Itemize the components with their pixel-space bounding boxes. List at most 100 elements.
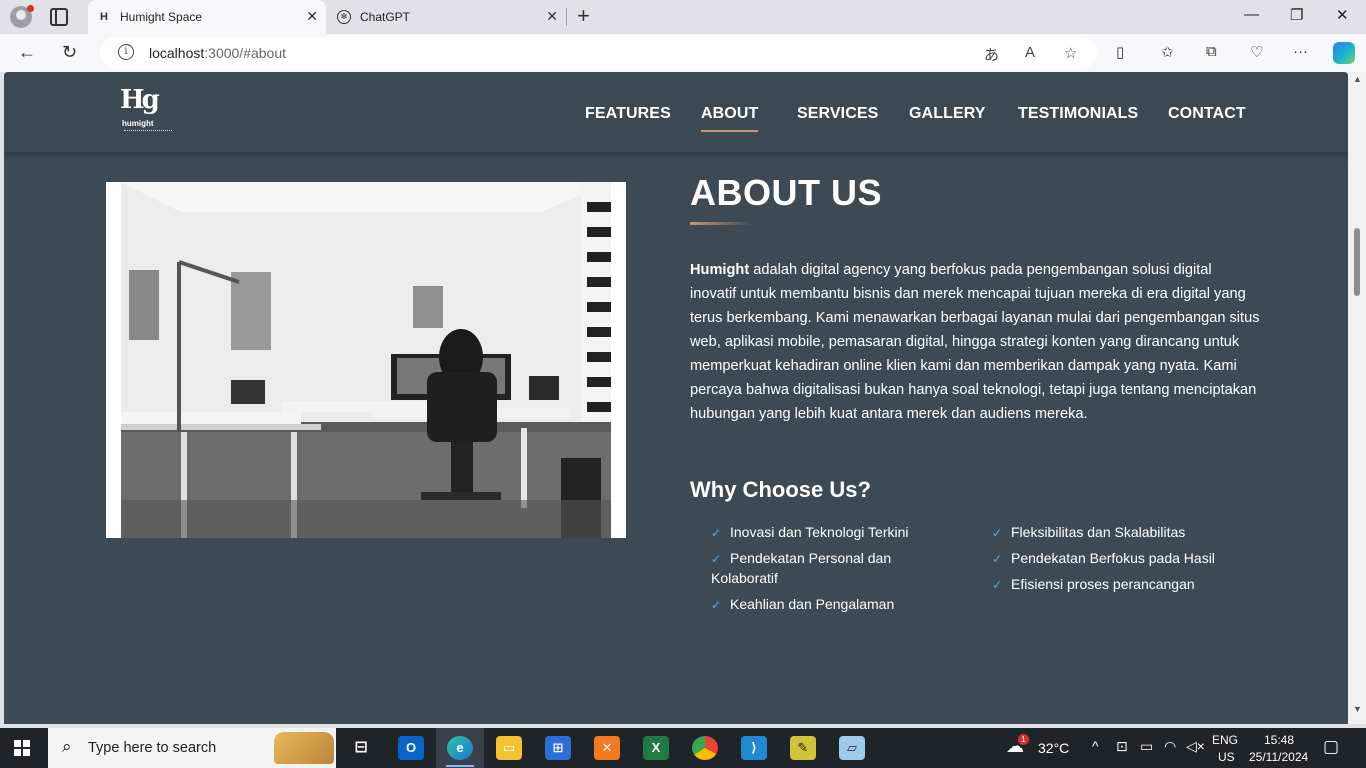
reload-icon[interactable]: ↻ — [62, 42, 77, 62]
weather-badge: 1 — [1018, 734, 1029, 745]
list-item-label: Pendekatan Berfokus pada Hasil — [1011, 550, 1215, 566]
volume-muted-icon[interactable]: ◁× — [1186, 738, 1205, 755]
about-description: Humight adalah digital agency yang berfo… — [690, 258, 1260, 426]
nav-features[interactable]: FEATURES — [585, 105, 671, 123]
page-scrollbar[interactable]: ▲ ▼ — [1348, 72, 1366, 724]
chrome-icon[interactable] — [692, 736, 718, 760]
list-item: ✓ Fleksibilitas dan Skalabilitas — [992, 522, 1232, 542]
tab-actions-icon[interactable] — [50, 8, 68, 26]
edge-icon[interactable]: e — [447, 736, 473, 760]
notification-dot-icon — [27, 5, 34, 12]
logo-wordmark: humight — [122, 119, 154, 128]
scroll-up-icon[interactable]: ▲ — [1353, 74, 1362, 84]
xampp-icon[interactable]: ✕ — [594, 736, 620, 760]
browser-essentials-icon[interactable]: ♡ — [1250, 43, 1263, 61]
tab-humight-space[interactable]: H Humight Space ✕ — [88, 0, 326, 34]
nav-gallery[interactable]: GALLERY — [909, 105, 986, 123]
site-info-icon[interactable]: i — [118, 44, 134, 60]
tab-title: ChatGPT — [360, 10, 411, 24]
chevron-up-icon[interactable]: ^ — [1092, 738, 1099, 754]
language-bottom[interactable]: US — [1218, 750, 1235, 764]
check-icon: ✓ — [711, 598, 722, 612]
favorites-icon[interactable]: ✩ — [1161, 43, 1174, 61]
search-icon: ⌕ — [62, 737, 72, 756]
collections-icon[interactable]: ⧉ — [1206, 43, 1217, 60]
read-aloud-icon[interactable]: A — [1025, 44, 1035, 61]
file-explorer-icon[interactable]: ▭ — [496, 736, 522, 760]
notes-app-icon[interactable]: ▱ — [839, 736, 865, 760]
notifications-icon[interactable]: ▢ — [1323, 737, 1339, 757]
humight-logo[interactable]: Hg humight — [120, 86, 178, 140]
nav-testimonials[interactable]: TESTIMONIALS — [1018, 105, 1138, 123]
clock-date[interactable]: 25/11/2024 — [1249, 750, 1308, 764]
app-icon[interactable]: ✎ — [790, 736, 816, 760]
battery-icon[interactable]: ▭ — [1140, 738, 1153, 755]
office-photo — [121, 182, 611, 538]
brand-name: Humight — [690, 262, 750, 278]
list-item: ✓ Pendekatan Berfokus pada Hasil — [992, 548, 1232, 568]
why-list-left: ✓ Inovasi dan Teknologi Terkini ✓ Pendekat… — [711, 522, 951, 620]
chatgpt-favicon-icon: ✻ — [337, 10, 351, 24]
clock-time[interactable]: 15:48 — [1264, 733, 1294, 747]
edge-active-indicator — [446, 765, 474, 767]
logo-tagline-decor — [124, 130, 172, 132]
favorite-star-icon[interactable]: ☆ — [1064, 44, 1077, 62]
tab-chatgpt[interactable]: ✻ ChatGPT ✕ — [328, 0, 566, 34]
weather-temp[interactable]: 32°C — [1038, 740, 1069, 756]
taskbar-search[interactable]: ⌕ Type here to search — [48, 728, 336, 768]
url-path: :3000/#about — [204, 45, 287, 61]
network-drive-icon[interactable]: ⊡ — [1116, 738, 1128, 755]
windows-start-icon[interactable] — [14, 740, 30, 756]
vscode-icon[interactable]: ⟩ — [741, 736, 767, 760]
why-choose-title: Why Choose Us? — [690, 477, 871, 502]
list-item-label: Efisiensi proses perancangan — [1011, 576, 1195, 592]
check-icon: ✓ — [992, 552, 1003, 566]
list-item: ✓ Keahlian dan Pengalaman — [711, 594, 951, 614]
check-icon: ✓ — [992, 526, 1003, 540]
back-icon[interactable]: ← — [18, 42, 36, 62]
copilot-icon[interactable] — [1333, 42, 1355, 64]
title-underline — [690, 222, 752, 225]
language-top[interactable]: ENG — [1212, 733, 1238, 747]
about-body: adalah digital agency yang berfokus pada… — [690, 262, 1260, 422]
wifi-icon[interactable]: ◠ — [1164, 738, 1176, 755]
browser-toolbar: ← ↻ i localhost:3000/#about あ A ☆ ▯ ✩ ⧉ … — [0, 34, 1366, 72]
site-header: Hg humight FEATURES ABOUT SERVICES GALLE… — [4, 72, 1348, 152]
store-icon[interactable]: ⊞ — [545, 736, 571, 760]
search-highlight-image — [274, 732, 334, 764]
minimize-icon[interactable]: — — [1244, 6, 1259, 23]
address-bar[interactable]: i localhost:3000/#about あ A ☆ — [100, 37, 1097, 69]
windows-taskbar: ⌕ Type here to search ⊟ O e ▭ ⊞ ✕ X ⟩ ✎ … — [0, 728, 1366, 768]
new-tab-icon[interactable]: + — [577, 5, 590, 27]
nav-services[interactable]: SERVICES — [797, 105, 878, 123]
outlook-icon[interactable]: O — [398, 736, 424, 760]
nav-about[interactable]: ABOUT — [701, 105, 759, 132]
restore-icon[interactable]: ❐ — [1290, 6, 1303, 24]
tab-divider — [566, 8, 567, 26]
excel-icon[interactable]: X — [643, 736, 669, 760]
search-placeholder: Type here to search — [88, 740, 217, 756]
url-text[interactable]: localhost:3000/#about — [149, 45, 286, 61]
about-image-frame — [106, 182, 626, 538]
list-item: ✓ Inovasi dan Teknologi Terkini — [711, 522, 951, 542]
list-item: ✓ Efisiensi proses perancangan — [992, 574, 1232, 594]
why-list-right: ✓ Fleksibilitas dan Skalabilitas ✓ Pendeka… — [992, 522, 1232, 600]
scrollbar-thumb[interactable] — [1354, 228, 1360, 296]
about-title: ABOUT US — [690, 172, 882, 213]
scroll-down-icon[interactable]: ▼ — [1353, 704, 1362, 714]
list-item-label: Keahlian dan Pengalaman — [730, 596, 895, 612]
close-window-icon[interactable]: ✕ — [1336, 6, 1349, 24]
list-item-label: Fleksibilitas dan Skalabilitas — [1011, 524, 1186, 540]
nav-contact[interactable]: CONTACT — [1168, 105, 1246, 123]
close-tab-icon[interactable]: ✕ — [546, 8, 558, 24]
check-icon: ✓ — [992, 578, 1003, 592]
tab-title: Humight Space — [120, 10, 203, 24]
close-tab-icon[interactable]: ✕ — [306, 8, 318, 24]
list-item-label: Inovasi dan Teknologi Terkini — [730, 524, 909, 540]
task-view-icon[interactable]: ⊟ — [348, 736, 374, 760]
more-menu-icon[interactable]: ··· — [1293, 43, 1308, 60]
list-item-label: Pendekatan Personal dan Kolaboratif — [711, 550, 892, 586]
translate-icon[interactable]: あ — [984, 44, 999, 65]
split-screen-icon[interactable]: ▯ — [1116, 43, 1124, 61]
humight-favicon-icon: H — [100, 11, 108, 23]
